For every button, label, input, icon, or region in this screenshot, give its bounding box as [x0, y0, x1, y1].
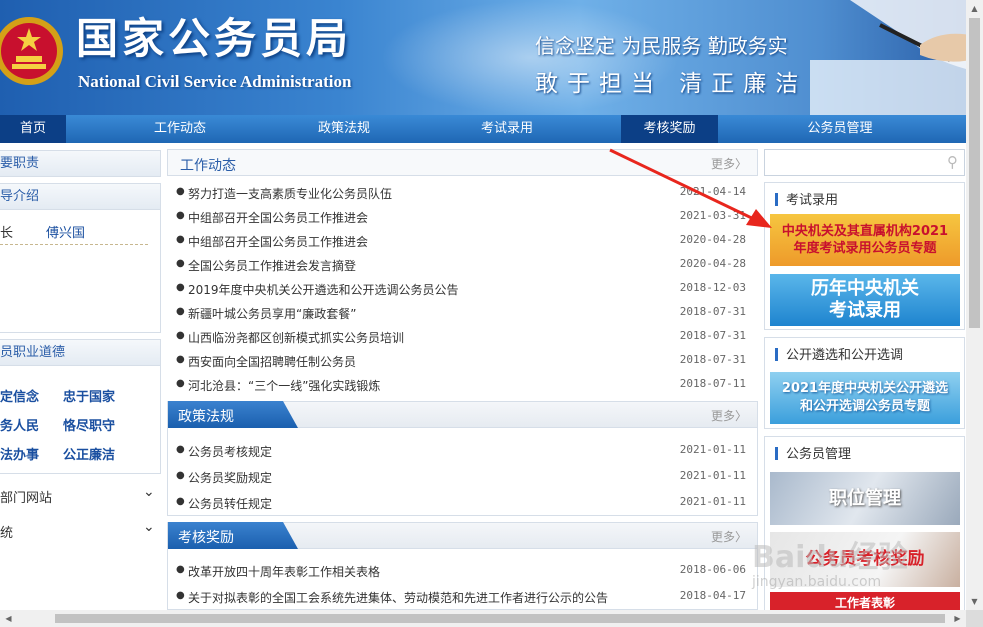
past-exams-banner[interactable]: 历年中央机关 考试录用	[770, 274, 960, 326]
dept-websites-dropdown[interactable]: 部门网站	[0, 487, 52, 506]
leader-role: 长	[0, 226, 14, 241]
ethics-item[interactable]: 公正廉洁	[63, 444, 115, 463]
divider	[0, 244, 148, 245]
scroll-up-arrow[interactable]: ▲	[966, 0, 983, 17]
scrollbar-corner	[966, 610, 983, 627]
scroll-down-arrow[interactable]: ▼	[966, 593, 983, 610]
nav-work-news[interactable]: 工作动态	[130, 115, 230, 143]
news-item[interactable]: ● 中组部召开全国公务员工作推进会 2021-03-31	[176, 208, 752, 228]
selection-2021-banner[interactable]: 2021年度中央机关公开遴选 和公开选调公务员专题	[770, 372, 960, 424]
chevron-down-icon[interactable]: ⌄	[143, 519, 155, 535]
more-link[interactable]: 更多〉	[711, 155, 747, 172]
leaders-heading[interactable]: 导介绍	[0, 184, 160, 210]
work-news-header: 工作动态 更多〉	[167, 149, 758, 176]
search-input[interactable]: ⚲	[764, 149, 965, 176]
nav-home[interactable]: 首页	[0, 115, 66, 143]
nav-civil-servant-management[interactable]: 公务员管理	[785, 115, 895, 143]
pen-hand-illustration	[810, 0, 966, 115]
slogan-line-2: 敢于担当 清正廉洁	[535, 71, 808, 97]
policy-header: 政策法规 更多〉	[167, 401, 758, 428]
assessment-header: 考核奖励 更多〉	[167, 522, 758, 549]
news-item[interactable]: ● 河北沧县：“三个一线”强化实践锻炼 2018-07-11	[176, 376, 752, 396]
main-duties-heading[interactable]: 要职责	[0, 151, 160, 177]
news-item[interactable]: ● 公务员转任规定 2021-01-11	[176, 494, 752, 514]
site-header: 国家公务员局 National Civil Service Administra…	[0, 0, 966, 115]
search-icon[interactable]: ⚲	[947, 153, 958, 171]
news-item[interactable]: ● 全国公务员工作推进会发言摘登 2020-04-28	[176, 256, 752, 276]
horizontal-scrollbar[interactable]: ◀ ▶	[0, 610, 966, 627]
vertical-scrollbar[interactable]: ▲ ▼	[966, 0, 983, 610]
site-title-english: National Civil Service Administration	[78, 72, 352, 91]
chevron-down-icon[interactable]: ⌄	[143, 484, 155, 500]
assessment-reward-banner[interactable]: 公务员考核奖励	[770, 532, 960, 587]
scrollbar-thumb[interactable]	[55, 614, 945, 623]
news-item[interactable]: ● 关于对拟表彰的全国工会系统先进集体、劳动模范和先进工作者进行公示的公告 2018…	[176, 588, 752, 608]
exam-2021-banner[interactable]: 中央机关及其直属机构2021 年度考试录用公务员专题	[770, 214, 960, 266]
ethics-box: 员职业道德 定信念 忠于国家 务人民 恪尽职守 法办事 公正廉洁	[0, 339, 161, 474]
ethics-item[interactable]: 恪尽职守	[63, 415, 115, 434]
news-item[interactable]: ● 努力打造一支高素质专业化公务员队伍 2021-04-14	[176, 184, 752, 204]
news-item[interactable]: ● 山西临汾尧都区创新模式抓实公务员培训 2018-07-31	[176, 328, 752, 348]
management-heading[interactable]: 公务员管理	[775, 443, 851, 462]
news-item[interactable]: ● 公务员奖励规定 2021-01-11	[176, 468, 752, 488]
ethics-item[interactable]: 务人民	[0, 415, 39, 434]
news-item[interactable]: ● 中组部召开全国公务员工作推进会 2020-04-28	[176, 232, 752, 252]
ethics-item[interactable]: 法办事	[0, 444, 39, 463]
scroll-left-arrow[interactable]: ◀	[0, 610, 17, 627]
work-news-title[interactable]: 工作动态	[180, 155, 236, 175]
news-item[interactable]: ● 改革开放四十周年表彰工作相关表格 2018-06-06	[176, 562, 752, 582]
ethics-item[interactable]: 忠于国家	[63, 386, 115, 405]
policy-tab[interactable]: 政策法规	[168, 401, 298, 428]
more-link[interactable]: 更多〉	[711, 407, 747, 424]
selection-heading[interactable]: 公开遴选和公开选调	[775, 344, 903, 363]
exam-heading[interactable]: 考试录用	[775, 189, 838, 208]
main-duties-box: 要职责	[0, 150, 161, 177]
emblem-icon	[0, 17, 63, 85]
leaders-box: 导介绍 长 傅兴国	[0, 183, 161, 333]
slogan-line-1: 信念坚定 为民服务 勤政务实	[535, 34, 788, 58]
ethics-heading[interactable]: 员职业道德	[0, 340, 160, 366]
assessment-title: 考核奖励	[178, 530, 234, 546]
news-item[interactable]: ● 2019年度中央机关公开遴选和公开选调公务员公告 2018-12-03	[176, 280, 752, 300]
more-link[interactable]: 更多〉	[711, 528, 747, 545]
main-nav: 首页 工作动态 政策法规 考试录用 考核奖励 公务员管理	[0, 115, 966, 143]
nav-assessment[interactable]: 考核奖励	[621, 115, 718, 143]
news-item[interactable]: ● 新疆叶城公务员享用“廉政套餐” 2018-07-31	[176, 304, 752, 324]
ethics-item[interactable]: 定信念	[0, 386, 39, 405]
site-title: 国家公务员局	[76, 14, 353, 63]
scroll-right-arrow[interactable]: ▶	[949, 610, 966, 627]
nav-exam[interactable]: 考试录用	[457, 115, 557, 143]
system-dropdown[interactable]: 统	[0, 522, 13, 541]
nav-policy[interactable]: 政策法规	[294, 115, 394, 143]
leader-name-link[interactable]: 傅兴国	[46, 222, 85, 241]
policy-title: 政策法规	[178, 409, 234, 425]
honor-banner[interactable]: 工作者表彰	[770, 592, 960, 610]
scrollbar-thumb[interactable]	[969, 18, 980, 328]
news-item[interactable]: ● 西安面向全国招聘聘任制公务员 2018-07-31	[176, 352, 752, 372]
news-item[interactable]: ● 公务员考核规定 2021-01-11	[176, 442, 752, 462]
position-management-banner[interactable]: 职位管理	[770, 472, 960, 525]
assessment-tab[interactable]: 考核奖励	[168, 522, 298, 549]
